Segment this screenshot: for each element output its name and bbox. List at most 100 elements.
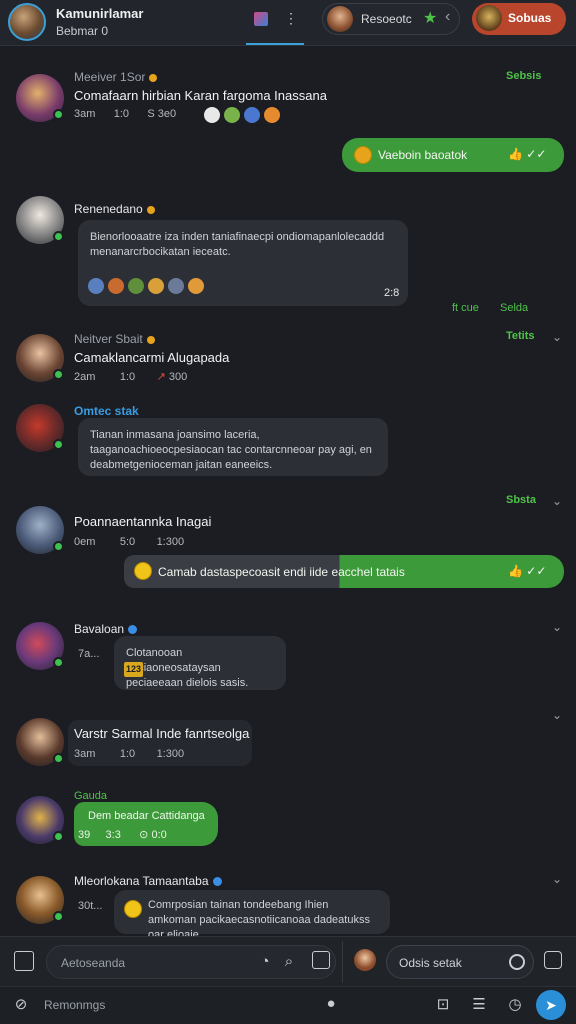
sender-avatar[interactable] bbox=[16, 876, 64, 924]
send-icon: ➤ bbox=[545, 997, 557, 1013]
reaction-icon[interactable] bbox=[168, 278, 184, 294]
reaction-icon[interactable] bbox=[108, 278, 124, 294]
sender-avatar[interactable] bbox=[16, 404, 64, 452]
sender-name: Neitver Sbait bbox=[74, 332, 143, 346]
contact-pill[interactable]: Resoeotc ★ ‹ bbox=[322, 3, 460, 35]
message-bubble[interactable]: Clotanooan deciaoneosataysan peciaeeaan … bbox=[114, 636, 286, 690]
chevron-down-icon[interactable]: ⌄ bbox=[550, 708, 564, 722]
list-icon[interactable]: ☰ bbox=[470, 995, 488, 1013]
message-bubble[interactable]: Bienorlooaatre iza inden taniafinaecpi o… bbox=[78, 220, 408, 306]
sender-name: Renenedano bbox=[74, 202, 143, 216]
meta-count: 1:0 bbox=[119, 748, 136, 760]
star-icon[interactable]: ★ bbox=[423, 8, 437, 28]
sender-avatar[interactable] bbox=[16, 74, 64, 122]
reaction-icon[interactable] bbox=[188, 278, 204, 294]
sender-name: Gauda bbox=[74, 790, 108, 802]
reaction-icon[interactable] bbox=[128, 278, 144, 294]
emoji-icon bbox=[124, 900, 142, 918]
reaction-icon[interactable] bbox=[204, 106, 220, 123]
reaction-icon[interactable] bbox=[264, 106, 280, 123]
message-title: Comafaarn hirbian Karan fargoma Inassana bbox=[74, 88, 327, 103]
message-time: Sbsta bbox=[506, 494, 536, 506]
message-meta: 3am 1:0 S 3e0 bbox=[74, 108, 176, 120]
copy-icon: ⊙ bbox=[139, 829, 149, 841]
chevron-down-icon[interactable]: ⌄ bbox=[550, 620, 564, 634]
verified-badge-icon bbox=[128, 625, 138, 635]
sender-avatar[interactable] bbox=[16, 334, 64, 382]
message-bubble[interactable]: Dem beadar Cattidanga 39 3:3 ⊙ 0:0 bbox=[74, 802, 218, 846]
meta-views: 300 bbox=[168, 371, 188, 383]
chevron-down-icon[interactable]: ⌄ bbox=[550, 872, 564, 886]
sticker-icon[interactable] bbox=[544, 951, 562, 969]
online-indicator bbox=[53, 831, 64, 842]
chevron-down-icon[interactable]: ⌄ bbox=[550, 330, 564, 344]
sender-name: Omtec stak bbox=[74, 404, 139, 418]
contact-label: Resoeotc bbox=[361, 12, 412, 26]
compass-icon[interactable]: ⊘ bbox=[12, 995, 30, 1013]
verified-badge-icon bbox=[212, 877, 222, 887]
user-status: Bebmar 0 bbox=[56, 24, 109, 38]
bottom-bar: ⊘ Remonmgs ● ⊡ ☰ ◷ bbox=[0, 986, 576, 1024]
message-time: Tetits bbox=[506, 330, 535, 342]
online-indicator bbox=[53, 109, 64, 120]
reaction-icon[interactable] bbox=[244, 106, 260, 123]
outgoing-bubble[interactable]: Camab dastaspecoasit endi iide eacchel t… bbox=[124, 555, 564, 588]
gallery-icon[interactable] bbox=[254, 12, 268, 26]
sender-name: Meeiver 1Sor bbox=[74, 70, 146, 84]
meta-time: 3am bbox=[74, 108, 96, 120]
verified-badge-icon bbox=[149, 73, 158, 82]
sender-avatar[interactable] bbox=[16, 796, 64, 844]
location-icon[interactable]: ◔ bbox=[256, 953, 274, 971]
read-check-icon: 👍 ✓✓ bbox=[508, 564, 547, 578]
reaction-icon[interactable] bbox=[148, 278, 164, 294]
status-pill[interactable]: Sobuas bbox=[472, 3, 566, 35]
message-meta: 39 3:3 ⊙ 0:0 bbox=[78, 828, 167, 841]
message-meta: 2am 1:0 ↗ 300 bbox=[74, 370, 187, 383]
layout-icon[interactable] bbox=[14, 951, 34, 971]
bottom-label[interactable]: Remonmgs bbox=[44, 998, 105, 1012]
user-avatar[interactable] bbox=[8, 3, 46, 41]
meta-views: 1:300 bbox=[156, 748, 185, 760]
more-icon[interactable]: ⋮ bbox=[284, 10, 298, 28]
image-icon[interactable] bbox=[312, 951, 330, 969]
message-input-placeholder: Aetoseanda bbox=[61, 956, 126, 970]
thread-link[interactable]: ft cue bbox=[452, 302, 479, 314]
meta-time: 2am bbox=[74, 371, 96, 383]
read-check-icon: 👍 ✓✓ bbox=[508, 147, 547, 161]
chevron-down-icon[interactable]: ⌄ bbox=[550, 494, 564, 508]
sender-avatar[interactable] bbox=[16, 196, 64, 244]
meta-views: 1:300 bbox=[156, 536, 185, 548]
reaction-row bbox=[204, 106, 284, 123]
reply-input[interactable]: Odsis setak bbox=[386, 945, 534, 979]
sender-avatar[interactable] bbox=[16, 506, 64, 554]
message-meta: 3am 1:0 1:300 bbox=[74, 748, 184, 760]
active-tab-indicator bbox=[246, 43, 304, 45]
reply-link[interactable]: Selda bbox=[500, 302, 528, 314]
online-indicator bbox=[53, 911, 64, 922]
outgoing-bubble[interactable]: Vaeboin baoatok 👍 ✓✓ bbox=[342, 138, 564, 172]
online-indicator bbox=[53, 657, 64, 668]
emoji-icon bbox=[134, 562, 152, 580]
chevron-left-icon[interactable]: ‹ bbox=[445, 8, 450, 26]
message-text: Dem beadar Cattidanga bbox=[88, 810, 205, 822]
sender-name: Mleorlokana Tamaantaba bbox=[74, 874, 209, 888]
reaction-icon[interactable] bbox=[224, 106, 240, 123]
reaction-icon[interactable] bbox=[88, 278, 104, 294]
message-bubble[interactable]: Tianan inmasana joansimo laceria, taagan… bbox=[78, 418, 388, 476]
gif-icon[interactable]: ⊡ bbox=[434, 995, 452, 1013]
record-icon[interactable] bbox=[509, 954, 525, 970]
reply-input-placeholder: Odsis setak bbox=[399, 956, 462, 970]
message-bubble[interactable]: Comrposian tainan tondeebang Ihien amkom… bbox=[114, 890, 390, 941]
search-icon[interactable]: ⌕ bbox=[280, 953, 298, 971]
reply-avatar[interactable] bbox=[354, 949, 376, 971]
emoji-picker-icon[interactable]: ● bbox=[322, 995, 340, 1013]
message-title: Varstr Sarmal Inde fanrtseolga bbox=[74, 726, 250, 741]
online-indicator bbox=[53, 541, 64, 552]
send-button[interactable]: ➤ bbox=[536, 990, 566, 1020]
meta-time: 0em bbox=[74, 536, 96, 548]
divider bbox=[342, 941, 343, 983]
sender-avatar[interactable] bbox=[16, 718, 64, 766]
sender-avatar[interactable] bbox=[16, 622, 64, 670]
trend-icon: ↗ bbox=[156, 371, 166, 383]
clock-icon[interactable]: ◷ bbox=[506, 995, 524, 1013]
